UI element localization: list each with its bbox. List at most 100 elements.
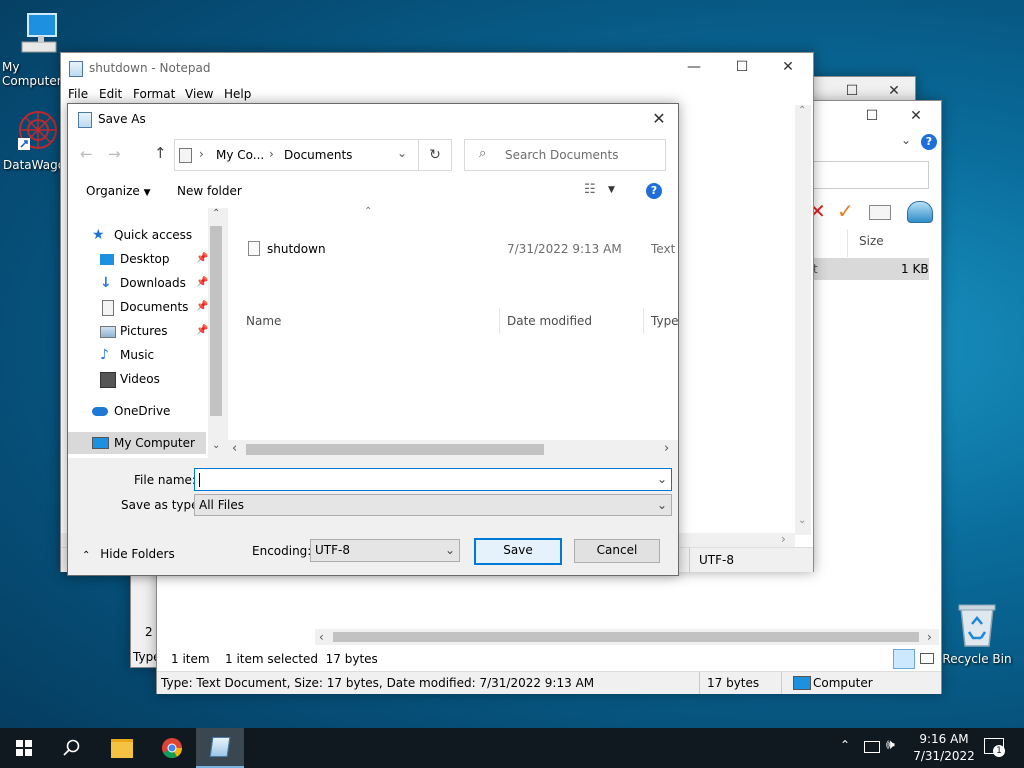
scroll-right-icon[interactable]: › <box>664 441 669 456</box>
network-graph-icon <box>18 111 57 150</box>
taskbar-notepad[interactable] <box>196 728 244 768</box>
save-as-type-label: Save as type: <box>121 498 203 512</box>
notification-count-badge: 1 <box>993 745 1005 757</box>
text-caret <box>199 472 200 487</box>
shell-icon[interactable] <box>907 201 933 223</box>
breadcrumb-separator: › <box>269 147 274 161</box>
network-icon[interactable] <box>864 741 880 753</box>
scrollbar-thumb[interactable] <box>246 444 544 455</box>
scroll-right-icon[interactable]: › <box>927 630 932 644</box>
encoding-label: Encoding: <box>252 544 312 558</box>
column-header-name[interactable]: Name <box>246 314 281 328</box>
address-bar[interactable]: › My Co... › Documents ⌄ <box>174 139 420 171</box>
organize-button[interactable]: Organize ▼ <box>86 184 151 198</box>
nav-videos[interactable]: Videos <box>68 368 208 390</box>
clock-date[interactable]: 7/31/2022 <box>912 749 976 763</box>
scroll-left-icon[interactable]: ‹ <box>319 630 324 644</box>
breadcrumb-my-computer[interactable]: My Co... <box>216 148 264 162</box>
file-row-size: 1 KB <box>901 262 929 276</box>
nav-desktop[interactable]: Desktop 📌 <box>68 248 208 270</box>
desktop-icon-recycle-bin[interactable]: Recycle Bin <box>940 600 1014 672</box>
properties-icon[interactable] <box>869 205 891 220</box>
notification-center-button[interactable]: 1 <box>984 738 1005 757</box>
maximize-button[interactable]: ☐ <box>849 102 895 130</box>
search-button[interactable] <box>48 728 96 768</box>
hide-folders-button[interactable]: ⌃ Hide Folders <box>82 547 175 561</box>
expand-ribbon-chevron-icon[interactable]: ⌄ <box>901 133 911 147</box>
volume-icon[interactable]: 🕪 <box>886 737 895 753</box>
save-button[interactable]: Save <box>474 538 562 565</box>
clock-time[interactable]: 9:16 AM <box>912 732 976 746</box>
up-arrow-icon[interactable]: ↑ <box>154 144 167 162</box>
vertical-scrollbar[interactable]: ⌃ ⌄ <box>795 105 811 535</box>
checkmark-icon[interactable]: ✓ <box>837 199 854 223</box>
column-header-size[interactable]: Size <box>859 234 884 248</box>
desktop-icon <box>100 254 114 265</box>
encoding-select[interactable]: UTF-8 ⌄ <box>310 539 460 562</box>
notepad-icon <box>69 61 83 77</box>
nav-quick-access[interactable]: ★ Quick access <box>68 224 208 246</box>
large-icons-view-button[interactable] <box>917 649 935 667</box>
details-size: 17 bytes <box>707 676 760 690</box>
menu-help[interactable]: Help <box>224 87 251 101</box>
save-as-type-select[interactable]: All Files ⌄ <box>194 494 672 516</box>
close-button[interactable]: ✕ <box>765 53 811 81</box>
view-options-icon[interactable]: ☷ <box>584 182 596 197</box>
nav-pictures[interactable]: Pictures 📌 <box>68 320 208 342</box>
cancel-button[interactable]: Cancel <box>574 539 660 563</box>
close-button[interactable]: ✕ <box>893 102 939 130</box>
nav-onedrive[interactable]: OneDrive <box>68 400 208 422</box>
close-button[interactable]: ✕ <box>640 104 678 134</box>
chrome-icon <box>162 738 183 759</box>
search-box[interactable]: ⌕ Search Documents <box>464 139 666 171</box>
scroll-up-icon[interactable]: ⌃ <box>212 208 220 219</box>
maximize-button[interactable]: ☐ <box>719 53 765 81</box>
show-hidden-icons-chevron-icon[interactable]: ⌃ <box>840 738 850 752</box>
chevron-down-icon[interactable]: ⌄ <box>397 146 407 160</box>
menu-format[interactable]: Format <box>133 87 175 101</box>
column-divider <box>499 308 500 334</box>
nav-music[interactable]: ♪ Music <box>68 344 208 366</box>
title-bar: Save As ✕ <box>68 104 678 134</box>
nav-my-computer[interactable]: My Computer <box>68 432 206 454</box>
column-header-type[interactable]: Type <box>651 314 679 328</box>
details-view-button[interactable] <box>893 649 915 669</box>
breadcrumb-documents[interactable]: Documents <box>284 148 352 162</box>
scroll-down-icon[interactable]: ⌄ <box>212 440 220 451</box>
file-name-label: File name: <box>134 473 196 487</box>
pictures-icon <box>100 326 116 338</box>
file-row[interactable]: shutdown 7/31/2022 9:13 AM Text D <box>238 238 675 260</box>
help-icon[interactable]: ? <box>921 134 937 150</box>
file-name-input[interactable]: ⌄ <box>194 468 672 491</box>
scroll-right-icon[interactable]: › <box>781 532 786 546</box>
column-header-date[interactable]: Date modified <box>507 314 592 328</box>
refresh-button[interactable]: ↻ <box>418 139 452 171</box>
menu-view[interactable]: View <box>185 87 213 101</box>
start-button[interactable] <box>0 728 48 768</box>
horizontal-scrollbar[interactable]: ‹ › <box>228 440 678 458</box>
scrollbar-thumb[interactable] <box>210 226 222 416</box>
minimize-button[interactable]: — <box>671 53 717 81</box>
sort-up-icon: ⌃ <box>364 206 373 217</box>
back-arrow-icon[interactable]: ← <box>80 145 93 163</box>
view-dropdown-arrow-icon[interactable]: ▼ <box>608 185 615 195</box>
scrollbar-thumb[interactable] <box>333 632 919 642</box>
scroll-left-icon[interactable]: ‹ <box>232 441 237 456</box>
taskbar-file-explorer[interactable] <box>98 728 146 768</box>
nav-documents[interactable]: Documents 📌 <box>68 296 208 318</box>
scroll-down-icon[interactable]: ⌄ <box>798 515 806 526</box>
taskbar-chrome[interactable] <box>148 728 196 768</box>
nav-scrollbar[interactable]: ⌃ ⌄ <box>208 208 224 458</box>
scroll-up-icon[interactable]: ⌃ <box>798 105 806 116</box>
file-row[interactable]: t 1 KB <box>797 258 929 280</box>
help-icon[interactable]: ? <box>646 183 662 199</box>
new-folder-button[interactable]: New folder <box>177 184 242 198</box>
horizontal-scrollbar[interactable]: ‹ › <box>315 629 939 645</box>
search-field-partial[interactable] <box>813 161 929 189</box>
menu-file[interactable]: File <box>68 87 88 101</box>
windows-logo-icon <box>16 740 32 756</box>
forward-arrow-icon[interactable]: → <box>108 145 121 163</box>
menu-edit[interactable]: Edit <box>99 87 122 101</box>
nav-downloads[interactable]: ↓ Downloads 📌 <box>68 272 208 294</box>
chevron-down-icon[interactable]: ⌄ <box>657 469 667 489</box>
